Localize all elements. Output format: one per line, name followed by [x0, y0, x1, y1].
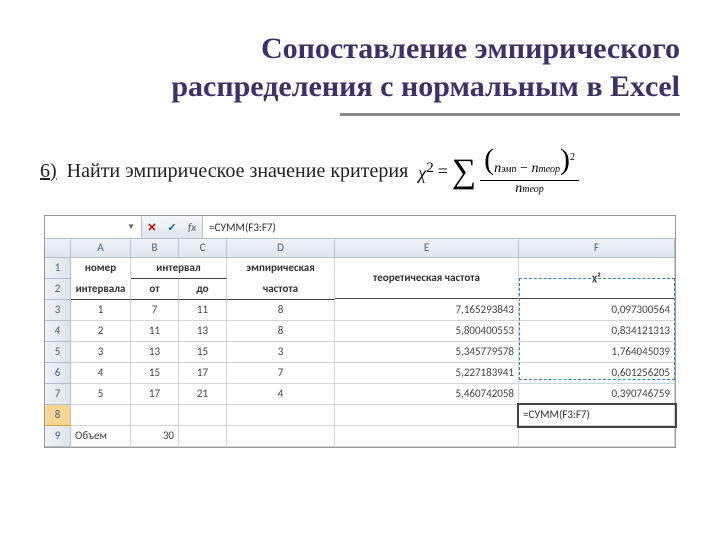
cell[interactable]	[335, 405, 519, 426]
cell[interactable]: 11	[131, 321, 179, 342]
col-header[interactable]: E	[335, 239, 519, 258]
formula-input[interactable]: =СУММ(F3:F7)	[202, 216, 675, 238]
cell[interactable]: 7,165293843	[335, 300, 519, 321]
chevron-down-icon[interactable]: ▼	[127, 222, 135, 232]
head-cell: интервал	[131, 258, 227, 279]
cell[interactable]: 5,227183941	[335, 363, 519, 384]
cell[interactable]	[519, 426, 675, 447]
cell[interactable]: 13	[131, 342, 179, 363]
row-header[interactable]: 2	[45, 279, 71, 300]
enter-icon[interactable]: ✓	[162, 216, 182, 238]
col-header[interactable]: F	[519, 239, 675, 258]
slide-title: Сопоставление эмпирического распределени…	[40, 30, 680, 105]
cell[interactable]: 0,390746759	[519, 384, 675, 405]
spreadsheet-grid[interactable]: A B C D E F 1 номер интервал эмпирическа…	[45, 239, 675, 447]
cell[interactable]	[71, 405, 131, 426]
cell[interactable]: 5,460742058	[335, 384, 519, 405]
cell[interactable]: 4	[227, 384, 335, 405]
cell[interactable]	[227, 405, 335, 426]
cell[interactable]: 15	[131, 363, 179, 384]
cell[interactable]	[179, 405, 227, 426]
formula-bar: ▼ ✕ ✓ fx =СУММ(F3:F7)	[45, 216, 675, 239]
cell[interactable]	[335, 426, 519, 447]
cell[interactable]: 5,800400553	[335, 321, 519, 342]
cell[interactable]: 21	[179, 384, 227, 405]
head-cell: интервала	[71, 279, 131, 300]
cell[interactable]	[179, 426, 227, 447]
fx-icon[interactable]: fx	[182, 221, 202, 234]
cancel-icon[interactable]: ✕	[142, 216, 162, 238]
cell[interactable]: 0,834121313	[519, 321, 675, 342]
row-header[interactable]: 6	[45, 363, 71, 384]
head-cell: до	[179, 279, 227, 300]
step-text: Найти эмпирическое значение критерия	[67, 160, 409, 183]
cell[interactable]: 17	[179, 363, 227, 384]
cell[interactable]: 30	[131, 426, 179, 447]
cell[interactable]: 8	[227, 300, 335, 321]
head-cell: χ²	[519, 258, 675, 299]
cell[interactable]: 15	[179, 342, 227, 363]
col-header[interactable]: B	[131, 239, 179, 258]
col-header[interactable]: A	[71, 239, 131, 258]
head-cell: теоретическая частота	[335, 258, 519, 299]
step-number: 6)	[40, 160, 57, 183]
head-cell: эмпирическая	[227, 258, 335, 278]
cell[interactable]	[131, 405, 179, 426]
excel-window: ▼ ✕ ✓ fx =СУММ(F3:F7) A B C D E F 1 номе…	[44, 215, 676, 448]
cell[interactable]: Объем	[71, 426, 131, 447]
row-header[interactable]: 9	[45, 426, 71, 447]
cell[interactable]: 3	[227, 342, 335, 363]
row-header[interactable]: 8	[45, 405, 71, 426]
editing-cell[interactable]: =СУММ(F3:F7)	[519, 405, 675, 426]
cell[interactable]: 2	[71, 321, 131, 342]
col-header[interactable]: D	[227, 239, 335, 258]
cell[interactable]	[227, 426, 335, 447]
row-header[interactable]: 5	[45, 342, 71, 363]
row-header[interactable]: 7	[45, 384, 71, 405]
cell[interactable]: 13	[179, 321, 227, 342]
chi-square-formula: χ2 = ∑ (nэмп − nтеор)2 nтеор	[418, 146, 579, 197]
cell[interactable]: 5,345779578	[335, 342, 519, 363]
cell[interactable]: 7	[131, 300, 179, 321]
cell[interactable]: 3	[71, 342, 131, 363]
col-header[interactable]: C	[179, 239, 227, 258]
row-header[interactable]: 3	[45, 300, 71, 321]
step-line: 6) Найти эмпирическое значение критерия …	[40, 146, 680, 197]
row-header[interactable]: 4	[45, 321, 71, 342]
cell[interactable]: 11	[179, 300, 227, 321]
name-box[interactable]: ▼	[45, 216, 142, 238]
cell[interactable]: 17	[131, 384, 179, 405]
cell[interactable]: 0,097300564	[519, 300, 675, 321]
cell[interactable]: 8	[227, 321, 335, 342]
head-cell: частота	[227, 279, 335, 300]
cell[interactable]: 4	[71, 363, 131, 384]
cell[interactable]: 1,764045039	[519, 342, 675, 363]
cell[interactable]: 5	[71, 384, 131, 405]
select-all-corner[interactable]	[45, 239, 71, 258]
title-underline	[340, 113, 680, 116]
head-cell: номер	[71, 258, 131, 278]
row-header[interactable]: 1	[45, 258, 71, 279]
cell[interactable]: 0,601256205	[519, 363, 675, 384]
head-cell: от	[131, 279, 179, 300]
cell[interactable]: 7	[227, 363, 335, 384]
sigma-icon: ∑	[452, 155, 476, 189]
cell[interactable]: 1	[71, 300, 131, 321]
